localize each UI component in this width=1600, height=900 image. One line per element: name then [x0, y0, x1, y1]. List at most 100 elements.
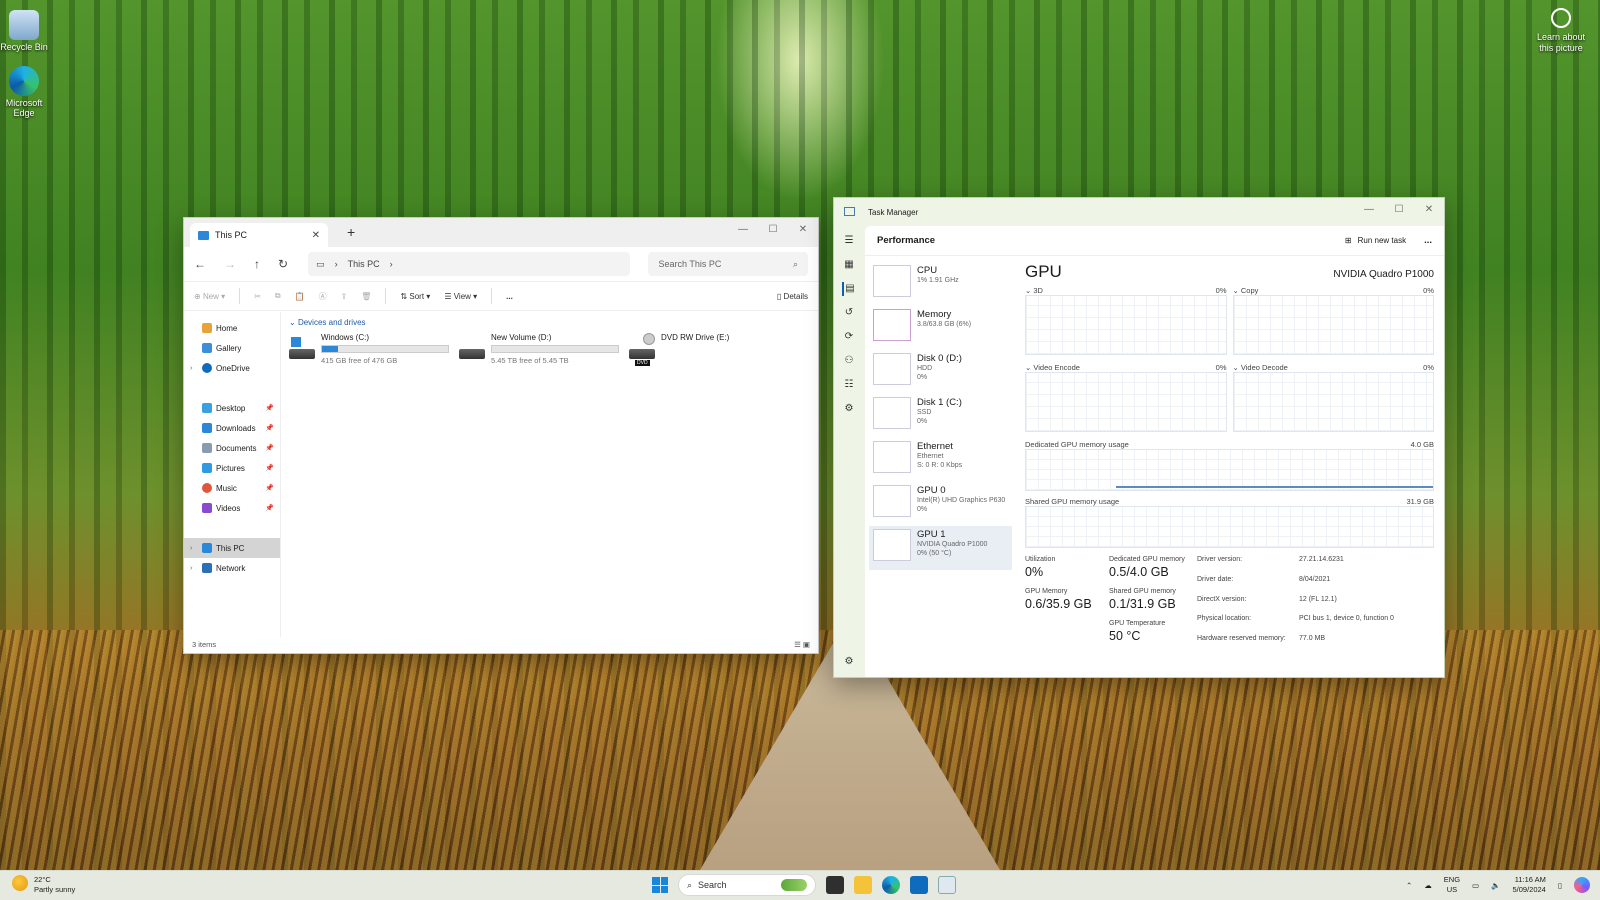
store-icon[interactable] [910, 876, 928, 894]
search-icon: ⌕ [792, 258, 798, 269]
drive-c[interactable]: Windows (C:) 415 GB free of 476 GB [289, 333, 449, 365]
address-bar[interactable]: ▭ › This PC › [308, 252, 631, 276]
details-button[interactable]: ▯ Details [777, 292, 808, 301]
notification-icon[interactable]: ▯ [1558, 881, 1562, 890]
video-icon [202, 503, 212, 513]
volume-icon[interactable]: 🔈 [1491, 881, 1500, 890]
new-button[interactable]: ⊕ New ▾ [194, 292, 225, 301]
task-manager-icon[interactable] [938, 876, 956, 894]
copilot-icon[interactable] [1574, 877, 1590, 893]
dedicated-memory-graph: Dedicated GPU memory usage 4.0 GB [1025, 440, 1434, 491]
details-icon[interactable]: ☷ [842, 378, 856, 392]
refresh-icon[interactable]: ↻ [278, 257, 288, 271]
back-icon[interactable]: ← [194, 257, 206, 271]
rename-icon[interactable]: Ⓐ [319, 291, 327, 302]
nav-videos[interactable]: Videos 📌 [184, 498, 280, 518]
view-button[interactable]: ☰ View ▾ [444, 292, 477, 301]
start-button[interactable] [652, 877, 668, 893]
forward-icon[interactable]: → [224, 257, 236, 271]
nav-pictures[interactable]: Pictures 📌 [184, 458, 280, 478]
drive-d[interactable]: New Volume (D:) 5.45 TB free of 5.45 TB [459, 333, 619, 365]
cut-icon[interactable]: ✂ [254, 292, 261, 301]
clock[interactable]: 11:16 AM 5/09/2024 [1512, 875, 1545, 895]
paste-icon[interactable]: 📋 [295, 292, 305, 301]
settings-icon[interactable]: ⚙ [842, 655, 856, 669]
graph-video-decode[interactable]: ⌄ Video Decode 0% [1232, 363, 1434, 432]
perf-item-gpu0[interactable]: GPU 0 Intel(R) UHD Graphics P630 0% [869, 482, 1012, 526]
copy-icon[interactable]: ⧉ [275, 291, 281, 301]
run-new-task-button[interactable]: ⊞ Run new task [1345, 236, 1406, 245]
perf-item-memory[interactable]: Memory 3.8/63.8 GB (6%) [869, 306, 1012, 350]
more-options-button[interactable]: ... [506, 292, 513, 301]
up-icon[interactable]: ↑ [254, 257, 260, 271]
nav-home[interactable]: Home [184, 318, 280, 338]
breadcrumb[interactable]: This PC [348, 259, 380, 269]
close-icon[interactable]: ✕ [1414, 198, 1444, 220]
task-view-icon[interactable] [826, 876, 844, 894]
computer-icon [202, 543, 212, 553]
nav-documents[interactable]: Documents 📌 [184, 438, 280, 458]
expand-icon[interactable]: › [190, 545, 192, 552]
info-icon [1551, 8, 1571, 28]
nav-gallery[interactable]: Gallery [184, 338, 280, 358]
hamburger-icon[interactable]: ☰ [842, 234, 856, 248]
tab-this-pc[interactable]: This PC ✕ [190, 223, 328, 247]
edge-icon[interactable] [882, 876, 900, 894]
processes-icon[interactable]: ▦ [842, 258, 856, 272]
sort-button[interactable]: ⇅ Sort ▾ [400, 292, 430, 301]
delete-icon[interactable]: 🗑 [361, 292, 371, 301]
chevron-up-icon[interactable]: ⌃ [1406, 881, 1412, 890]
share-icon[interactable]: ⇪ [341, 292, 348, 301]
close-icon[interactable]: ✕ [788, 218, 818, 240]
new-tab-icon[interactable]: + [347, 224, 355, 240]
startup-icon[interactable]: ⟳ [842, 330, 856, 344]
perf-item-ethernet[interactable]: Ethernet Ethernet S: 0 R: 0 Kbps [869, 438, 1012, 482]
graph-video-encode[interactable]: ⌄ Video Encode 0% [1025, 363, 1227, 432]
more-options-button[interactable]: ... [1424, 235, 1432, 246]
services-icon[interactable]: ⚙ [842, 402, 856, 416]
expand-icon[interactable]: › [190, 365, 192, 372]
recycle-bin-shortcut[interactable]: Recycle Bin [0, 10, 48, 52]
download-icon [202, 423, 212, 433]
network-icon[interactable]: ▭ [1472, 881, 1479, 890]
tab-close-icon[interactable]: ✕ [312, 230, 320, 241]
details-view-icon[interactable]: ☰ [794, 640, 801, 649]
section-header[interactable]: ⌄ Devices and drives [289, 318, 810, 327]
graph-3d[interactable]: ⌄ 3D 0% [1025, 286, 1227, 355]
drive-e[interactable]: DVD DVD RW Drive (E:) [629, 333, 749, 366]
gallery-icon [202, 343, 212, 353]
gpu-heading: GPU [1025, 262, 1062, 281]
nav-music[interactable]: Music 📌 [184, 478, 280, 498]
maximize-icon[interactable]: ☐ [1384, 198, 1414, 220]
graph-copy[interactable]: ⌄ Copy 0% [1232, 286, 1434, 355]
minimize-icon[interactable]: — [728, 218, 758, 240]
app-history-icon[interactable]: ↺ [842, 306, 856, 320]
users-icon[interactable]: ⚇ [842, 354, 856, 368]
chevron-right-icon: › [389, 259, 393, 269]
task-manager-window: Task Manager — ☐ ✕ ☰ ▦ ▤ ↺ ⟳ ⚇ ☷ ⚙ ⚙ Per… [833, 197, 1445, 678]
search-input[interactable]: Search This PC ⌕ [648, 252, 808, 276]
minimize-icon[interactable]: — [1354, 198, 1384, 220]
cloud-icon[interactable]: ☁ [1424, 881, 1432, 890]
performance-icon[interactable]: ▤ [842, 282, 856, 296]
language-indicator[interactable]: ENG US [1444, 875, 1460, 895]
perf-item-disk1[interactable]: Disk 1 (C:) SSD 0% [869, 394, 1012, 438]
file-explorer-icon[interactable] [854, 876, 872, 894]
nav-downloads[interactable]: Downloads 📌 [184, 418, 280, 438]
nav-desktop[interactable]: Desktop 📌 [184, 398, 280, 418]
nav-network[interactable]: › Network [184, 558, 280, 578]
edge-shortcut[interactable]: Microsoft Edge [0, 66, 48, 118]
maximize-icon[interactable]: ☐ [758, 218, 788, 240]
weather-widget[interactable]: 22°C Partly sunny [12, 875, 75, 895]
perf-item-cpu[interactable]: CPU 1% 1.91 GHz [869, 262, 1012, 306]
tiles-view-icon[interactable]: ▣ [803, 640, 810, 649]
expand-icon[interactable]: › [190, 565, 192, 572]
page-title: Performance [877, 235, 936, 246]
taskbar-search[interactable]: ⌕ Search [678, 874, 816, 896]
nav-onedrive[interactable]: › OneDrive [184, 358, 280, 378]
perf-item-gpu1[interactable]: GPU 1 NVIDIA Quadro P1000 0% (50 °C) [869, 526, 1012, 570]
window-title: Task Manager [868, 207, 919, 217]
perf-item-disk0[interactable]: Disk 0 (D:) HDD 0% [869, 350, 1012, 394]
learn-about-picture[interactable]: Learn about this picture [1536, 8, 1586, 54]
nav-this-pc[interactable]: › This PC [184, 538, 280, 558]
